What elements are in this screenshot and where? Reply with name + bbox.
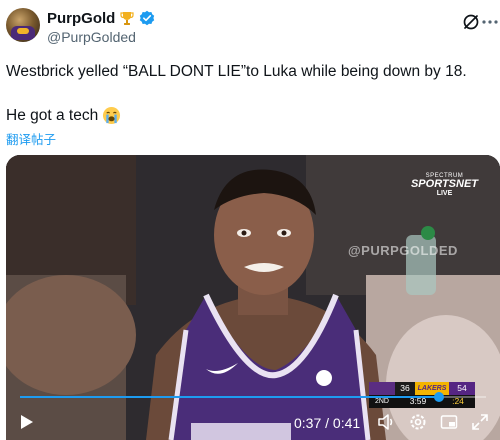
video-player[interactable]: SPECTRUM SPORTSNET LIVE @PURPGOLDED 36 L… <box>6 155 500 440</box>
video-progress-fill <box>20 396 440 398</box>
grok-icon[interactable] <box>462 13 480 31</box>
scorebug-team2-name: LAKERS <box>415 382 449 395</box>
translate-post-link[interactable]: 翻译帖子 <box>6 129 56 148</box>
tweet-text-line-1: Westbrick yelled “BALL DONT LIE”to Luka … <box>6 63 467 80</box>
broadcaster-logo: SPECTRUM SPORTSNET LIVE <box>411 173 478 197</box>
settings-gear-icon[interactable] <box>408 412 428 432</box>
avatar-trim <box>17 28 29 34</box>
scorebug: 36 LAKERS 54 2ND 3:59 :24 <box>369 382 475 408</box>
author-handle[interactable]: @PurpGolded <box>47 29 136 45</box>
video-progress-bar[interactable] <box>20 392 486 402</box>
broadcaster-line-2: SPORTSNET <box>410 178 478 190</box>
fullscreen-icon[interactable] <box>470 412 490 432</box>
author-name-row: PurpGold <box>47 8 155 28</box>
author-display-name[interactable]: PurpGold <box>47 10 115 27</box>
video-time-display: 0:37 / 0:41 <box>294 415 361 431</box>
more-options-icon[interactable] <box>480 12 500 32</box>
broadcaster-line-3: LIVE <box>436 190 453 197</box>
play-icon[interactable] <box>16 412 36 432</box>
verified-badge-icon <box>140 10 155 26</box>
scorebug-team2-score: 54 <box>449 382 475 395</box>
volume-icon[interactable] <box>376 412 396 432</box>
author-avatar[interactable] <box>6 8 40 42</box>
video-controls: 0:37 / 0:41 <box>6 406 500 436</box>
picture-in-picture-icon[interactable] <box>439 412 459 432</box>
scorebug-team1-score: 36 <box>395 382 415 395</box>
scorebug-score-row: 36 LAKERS 54 <box>369 382 475 395</box>
tweet-header: PurpGold @PurpGolded <box>0 0 500 56</box>
trophy-icon <box>120 12 134 25</box>
tweet-text-he-got-a-tech: He got a tech <box>6 106 99 124</box>
tweet-text-line-2: He got a tech <box>6 106 121 125</box>
loudly-crying-face-icon <box>103 106 121 125</box>
video-watermark: @PURPGOLDED <box>348 243 458 258</box>
scorebug-team1-logo <box>369 382 395 395</box>
